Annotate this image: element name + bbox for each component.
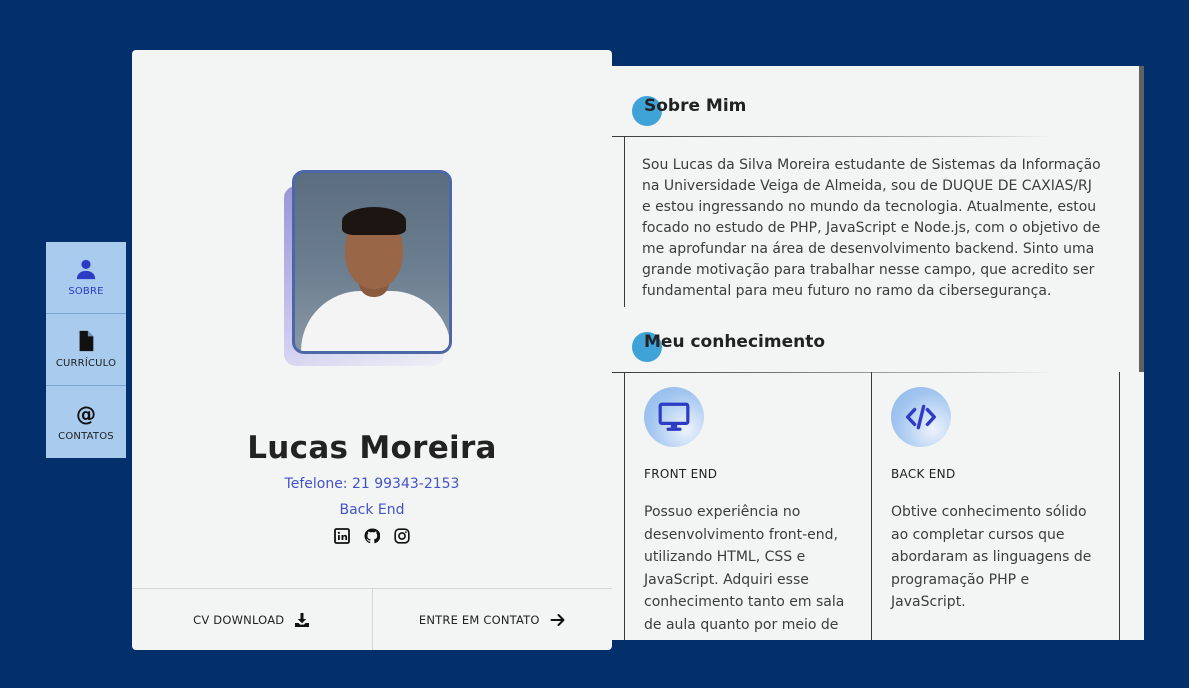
- linkedin-icon[interactable]: [334, 528, 350, 544]
- monitor-icon: [644, 387, 704, 447]
- arrow-right-icon: [550, 613, 565, 626]
- about-title: Sobre Mim: [644, 96, 747, 116]
- profile-card: Lucas Moreira Tefelone: 21 99343-2153 Ba…: [132, 50, 612, 650]
- user-icon: [76, 259, 96, 280]
- nav-label-contatos: CONTATOS: [58, 430, 114, 442]
- knowledge-header: Meu conhecimento: [612, 302, 1052, 373]
- profile-role: Back End: [339, 502, 405, 518]
- nav-item-curriculo[interactable]: CURRÍCULO: [46, 314, 126, 386]
- github-icon[interactable]: [364, 528, 381, 544]
- social-links: [132, 528, 612, 544]
- cv-download-label: CV DOWNLOAD: [193, 612, 285, 627]
- file-icon: [79, 330, 94, 352]
- about-text: Sou Lucas da Silva Moreira estudante de …: [624, 137, 1104, 307]
- scrollbar[interactable]: [1139, 66, 1144, 372]
- side-nav: SOBRE CURRÍCULO @ CONTATOS: [46, 242, 126, 458]
- code-icon: [891, 387, 951, 447]
- content-panel: Sobre Mim Sou Lucas da Silva Moreira est…: [612, 66, 1144, 640]
- skill-title: BACK END: [891, 467, 956, 481]
- skill-card-back-end: BACK END Obtive conhecimento sólido ao c…: [872, 372, 1120, 640]
- nav-item-contatos[interactable]: @ CONTATOS: [46, 386, 126, 458]
- instagram-icon[interactable]: [394, 528, 410, 544]
- skill-description: Obtive conhecimento sólido ao completar …: [891, 504, 1092, 610]
- nav-label-sobre: SOBRE: [68, 286, 104, 297]
- at-icon: @: [76, 401, 96, 426]
- profile-phone: Tefelone: 21 99343-2153: [284, 476, 460, 492]
- card-actions: CV DOWNLOAD ENTRE EM CONTATO: [132, 588, 612, 650]
- cv-download-button[interactable]: CV DOWNLOAD: [132, 589, 373, 650]
- contact-button[interactable]: ENTRE EM CONTATO: [373, 589, 613, 650]
- skills-grid: FRONT END Possuo experiência no desenvol…: [612, 372, 1144, 640]
- profile-photo-frame: [284, 170, 452, 366]
- profile-photo: [292, 170, 452, 354]
- nav-label-curriculo: CURRÍCULO: [55, 358, 117, 369]
- knowledge-title: Meu conhecimento: [644, 332, 826, 352]
- about-header: Sobre Mim: [612, 66, 1052, 137]
- profile-name: Lucas Moreira: [247, 430, 497, 466]
- contact-label: ENTRE EM CONTATO: [418, 612, 540, 627]
- skill-card-front-end: FRONT END Possuo experiência no desenvol…: [624, 372, 872, 640]
- download-icon: [295, 612, 310, 627]
- skill-description: Possuo experiência no desenvolvimento fr…: [644, 504, 845, 633]
- skill-title: FRONT END: [644, 467, 718, 481]
- nav-item-sobre[interactable]: SOBRE: [46, 242, 126, 314]
